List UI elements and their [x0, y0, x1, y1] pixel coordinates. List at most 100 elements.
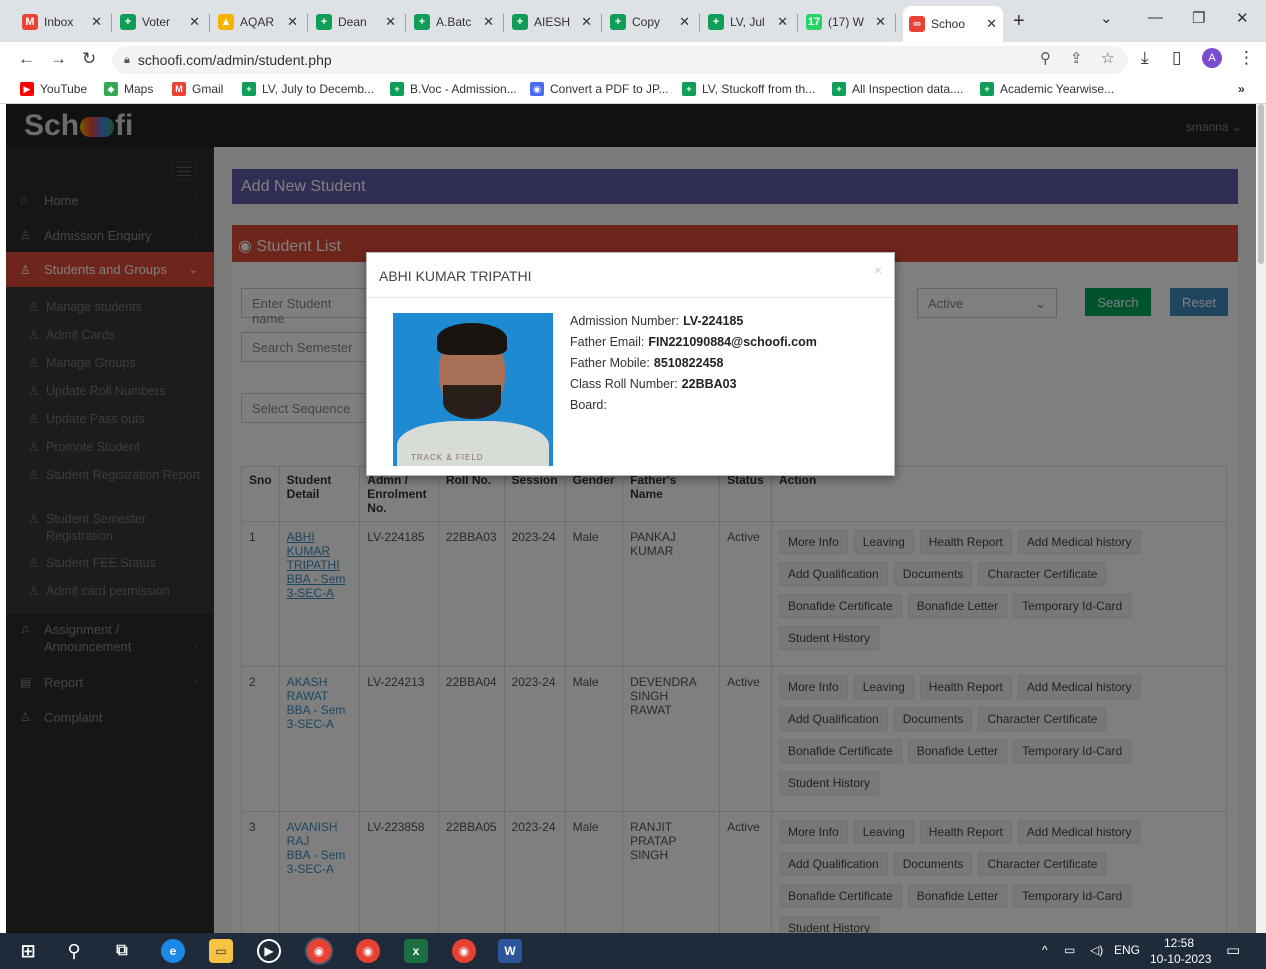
- modal-backdrop[interactable]: [6, 104, 1256, 933]
- restore-icon[interactable]: ❐: [1192, 9, 1205, 27]
- browser-tab[interactable]: + AIESH ✕: [506, 8, 598, 36]
- bookmark-item[interactable]: + B.Voc - Admission...: [390, 82, 517, 96]
- task-view-icon[interactable]: ⧉: [110, 939, 134, 963]
- browser-tab[interactable]: + LV, Jul ✕: [702, 8, 794, 36]
- tab-search-icon[interactable]: ⌄: [1100, 9, 1113, 27]
- chrome-profile2-icon[interactable]: ◉: [452, 939, 476, 963]
- detail-value: LV-224185: [683, 314, 744, 328]
- bookmark-label: Maps: [124, 82, 154, 96]
- language-indicator[interactable]: ENG: [1114, 943, 1140, 957]
- gmail-icon: M: [22, 14, 38, 30]
- detail-label: Father Email:: [570, 335, 645, 349]
- tab-separator: [699, 14, 700, 32]
- reload-icon[interactable]: ↻: [82, 49, 96, 69]
- tab-close-icon[interactable]: ✕: [777, 14, 788, 30]
- scroll-thumb[interactable]: [1258, 104, 1264, 264]
- student-info-modal: ABHI KUMAR TRIPATHI × TRACK & FIELD Admi…: [366, 252, 895, 476]
- tab-title: Schoo: [931, 17, 966, 31]
- address-bar[interactable]: 🔒︎ schoofi.com/admin/student.php: [112, 46, 1128, 74]
- bookmark-item[interactable]: ◆ Maps: [104, 82, 153, 96]
- profile-avatar[interactable]: A: [1202, 48, 1222, 68]
- clock-date[interactable]: 10-10-2023: [1150, 952, 1211, 966]
- bookmark-label: B.Voc - Admission...: [410, 82, 517, 96]
- tray-chevron-icon[interactable]: ^: [1042, 943, 1048, 957]
- tab-close-icon[interactable]: ✕: [875, 14, 886, 30]
- edge-icon[interactable]: e: [161, 939, 185, 963]
- bookmark-item[interactable]: ◉ Convert a PDF to JP...: [530, 82, 669, 96]
- bookmark-star-icon[interactable]: ☆: [1101, 49, 1114, 67]
- tab-title: (17) W: [828, 15, 864, 29]
- bookmark-label: YouTube: [40, 82, 88, 96]
- tab-separator: [601, 14, 602, 32]
- clock-time[interactable]: 12:58: [1164, 936, 1194, 950]
- modal-divider: [367, 297, 894, 298]
- tab-separator: [797, 14, 798, 32]
- minimize-icon[interactable]: —: [1148, 9, 1163, 26]
- bookmark-item[interactable]: + LV, Stuckoff from th...: [682, 82, 815, 96]
- drive-icon: ▲: [218, 14, 234, 30]
- bookmark-item[interactable]: M Gmail: [172, 82, 223, 96]
- tab-close-icon[interactable]: ✕: [91, 14, 102, 30]
- excel-icon[interactable]: x: [404, 939, 428, 963]
- bookmark-favicon-icon: +: [980, 82, 994, 96]
- side-panel-icon[interactable]: ▯: [1172, 48, 1181, 68]
- tab-close-icon[interactable]: ✕: [483, 14, 494, 30]
- menu-kebab-icon[interactable]: ⋮: [1238, 48, 1255, 68]
- file-explorer-icon[interactable]: ▭: [209, 939, 233, 963]
- close-icon[interactable]: ×: [874, 262, 882, 278]
- bookmark-item[interactable]: ▶ YouTube: [20, 82, 87, 96]
- detail-value: 22BBA03: [681, 377, 737, 391]
- share-icon[interactable]: ⇪: [1070, 49, 1083, 67]
- whatsapp-icon: 17: [806, 14, 822, 30]
- back-icon[interactable]: ←: [18, 49, 35, 69]
- bookmark-label: All Inspection data....: [852, 82, 964, 96]
- forward-icon[interactable]: →: [50, 49, 67, 69]
- chrome-icon[interactable]: ◉: [307, 939, 331, 963]
- media-player-icon[interactable]: ▶: [257, 939, 281, 963]
- schoofi-icon: ∞: [909, 16, 925, 32]
- bookmark-favicon-icon: +: [390, 82, 404, 96]
- browser-tab-bar: M Inbox ✕ + Voter ✕ ▲ AQAR ✕ + Dean ✕ + A.Batc ✕ + AIESH…: [0, 0, 1266, 42]
- url-text: schoofi.com/admin/student.php: [137, 52, 332, 68]
- network-icon[interactable]: ▭: [1064, 943, 1075, 957]
- tab-close-icon[interactable]: ✕: [287, 14, 298, 30]
- tab-close-icon[interactable]: ✕: [679, 14, 690, 30]
- page-scrollbar[interactable]: [1256, 104, 1266, 933]
- bookmark-item[interactable]: + LV, July to Decemb...: [242, 82, 374, 96]
- zoom-icon[interactable]: ⚲: [1040, 49, 1051, 67]
- tab-separator: [111, 14, 112, 32]
- detail-row: Admission Number: LV-224185: [570, 314, 743, 328]
- download-icon[interactable]: ⤓: [1141, 48, 1149, 68]
- word-icon[interactable]: W: [498, 939, 522, 963]
- browser-tab[interactable]: ▲ AQAR ✕: [212, 8, 304, 36]
- chrome-profile-icon[interactable]: ◉: [356, 939, 380, 963]
- tab-separator: [895, 14, 896, 32]
- bookmark-favicon-icon: ◆: [104, 82, 118, 96]
- browser-tab[interactable]: + Copy ✕: [604, 8, 696, 36]
- browser-tab[interactable]: 17 (17) W ✕: [800, 8, 892, 36]
- tab-close-icon[interactable]: ✕: [986, 16, 997, 32]
- tab-close-icon[interactable]: ✕: [385, 14, 396, 30]
- bookmarks-bar: ▶ YouTube ◆ Maps M Gmail + LV, July to Decemb..…: [0, 76, 1266, 104]
- search-icon[interactable]: ⚲: [62, 939, 86, 963]
- close-window-icon[interactable]: ✕: [1236, 9, 1249, 27]
- notifications-icon[interactable]: ▭: [1226, 941, 1240, 959]
- detail-row: Father Mobile: 8510822458: [570, 356, 723, 370]
- browser-tab[interactable]: + Dean ✕: [310, 8, 402, 36]
- windows-start-icon[interactable]: ⊞: [16, 939, 40, 963]
- tab-separator: [503, 14, 504, 32]
- bookmark-item[interactable]: + Academic Yearwise...: [980, 82, 1114, 96]
- tab-close-icon[interactable]: ✕: [189, 14, 200, 30]
- volume-icon[interactable]: ◁): [1090, 943, 1103, 957]
- browser-tab[interactable]: M Inbox ✕: [16, 8, 108, 36]
- browser-tab[interactable]: ∞ Schoo ✕: [903, 6, 1003, 42]
- bookmarks-overflow-icon[interactable]: »: [1238, 82, 1245, 96]
- new-tab-button[interactable]: +: [1013, 10, 1025, 33]
- bookmark-item[interactable]: + All Inspection data....: [832, 82, 963, 96]
- tab-title: AIESH: [534, 15, 571, 29]
- browser-tab[interactable]: + A.Batc ✕: [408, 8, 500, 36]
- tab-close-icon[interactable]: ✕: [581, 14, 592, 30]
- browser-tab[interactable]: + Voter ✕: [114, 8, 206, 36]
- bookmark-favicon-icon: ▶: [20, 82, 34, 96]
- sheets-icon: +: [512, 14, 528, 30]
